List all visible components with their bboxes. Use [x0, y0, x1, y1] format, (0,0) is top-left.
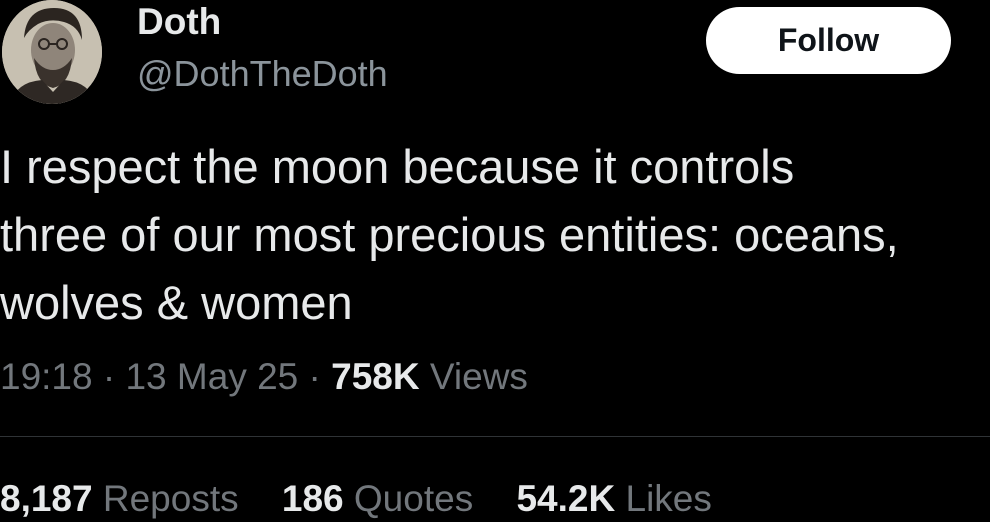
likes-count: 54.2K	[516, 478, 616, 519]
reposts-stat[interactable]: 8,187 Reposts	[0, 476, 239, 522]
views-label: Views	[429, 356, 528, 397]
user-handle[interactable]: @DothTheDoth	[137, 52, 388, 96]
meta-separator: ·	[308, 356, 321, 397]
reposts-count: 8,187	[0, 478, 93, 519]
views-count: 758K	[331, 356, 420, 397]
meta-separator: ·	[102, 356, 116, 397]
tweet-date[interactable]: 13 May 25	[125, 356, 298, 397]
likes-label: Likes	[625, 478, 712, 519]
quotes-label: Quotes	[353, 478, 474, 519]
tweet-time[interactable]: 19:18	[0, 356, 93, 397]
tweet-text: I respect the moon because it controls t…	[0, 140, 899, 329]
display-name[interactable]: Doth	[137, 0, 221, 44]
reposts-label: Reposts	[102, 478, 239, 519]
divider	[0, 436, 990, 437]
follow-button[interactable]: Follow	[706, 7, 951, 74]
likes-stat[interactable]: 54.2K Likes	[516, 476, 711, 522]
quotes-stat[interactable]: 186 Quotes	[282, 476, 473, 522]
quotes-count: 186	[281, 478, 344, 519]
portrait-avatar-icon	[2, 0, 102, 104]
avatar[interactable]	[2, 0, 102, 104]
tweet-meta: 19:18 · 13 May 25 · 758K Views	[0, 354, 528, 400]
engagement-stats: 8,187 Reposts 186 Quotes 54.2K Likes	[0, 476, 745, 522]
